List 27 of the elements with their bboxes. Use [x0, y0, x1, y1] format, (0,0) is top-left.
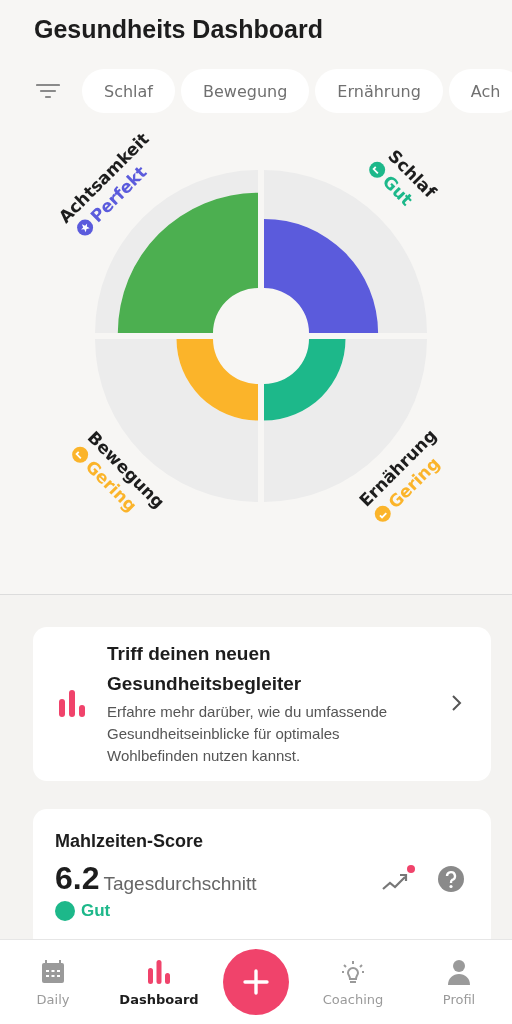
promo-card[interactable]: Triff deinen neuen Gesundheitsbegleiter Erfahre mehr darüber, wie du umfassende Gesundheitseinblicke für optimales Wohlbefinden nutzen kannst. [33, 627, 491, 781]
filter-icon[interactable] [36, 83, 60, 99]
segment-fill[interactable] [264, 339, 346, 421]
calendar-icon [39, 957, 67, 986]
chevron-right-icon [451, 694, 463, 712]
filter-chip[interactable]: Ach [448, 69, 512, 113]
score-caption: Tagesdurchschnitt [103, 872, 257, 895]
nav-tab[interactable]: Dashboard [117, 957, 201, 1007]
page-title: Gesundheits Dashboard [33, 14, 324, 45]
segment-fill[interactable] [264, 218, 379, 333]
bar-chart-icon [145, 957, 173, 986]
filter-chip[interactable]: Bewegung [181, 69, 310, 113]
score-status: Gut [81, 901, 111, 921]
nav-tab[interactable]: Coaching [311, 957, 395, 1007]
person-icon [445, 957, 473, 986]
bar-chart-icon [57, 688, 87, 718]
promo-title: Triff deinen neuen Gesundheitsbegleiter [107, 642, 303, 696]
nav-tab[interactable]: Profil [417, 957, 501, 1007]
nav-tab[interactable]: Daily [11, 957, 95, 1007]
promo-description: Erfahre mehr darüber, wie du umfassende Gesundheitseinblicke für optimales Wohlbefinden nutzen kannst. [107, 702, 389, 766]
plus-icon [242, 968, 270, 996]
filter-chip[interactable]: Ernährung [315, 69, 443, 113]
score-title: Mahlzeiten-Score [55, 831, 205, 852]
help-icon[interactable] [437, 864, 465, 893]
score-value: 6.2 [55, 860, 100, 897]
trend-icon[interactable] [381, 864, 415, 893]
filter-chip[interactable]: Schlaf [82, 69, 175, 113]
